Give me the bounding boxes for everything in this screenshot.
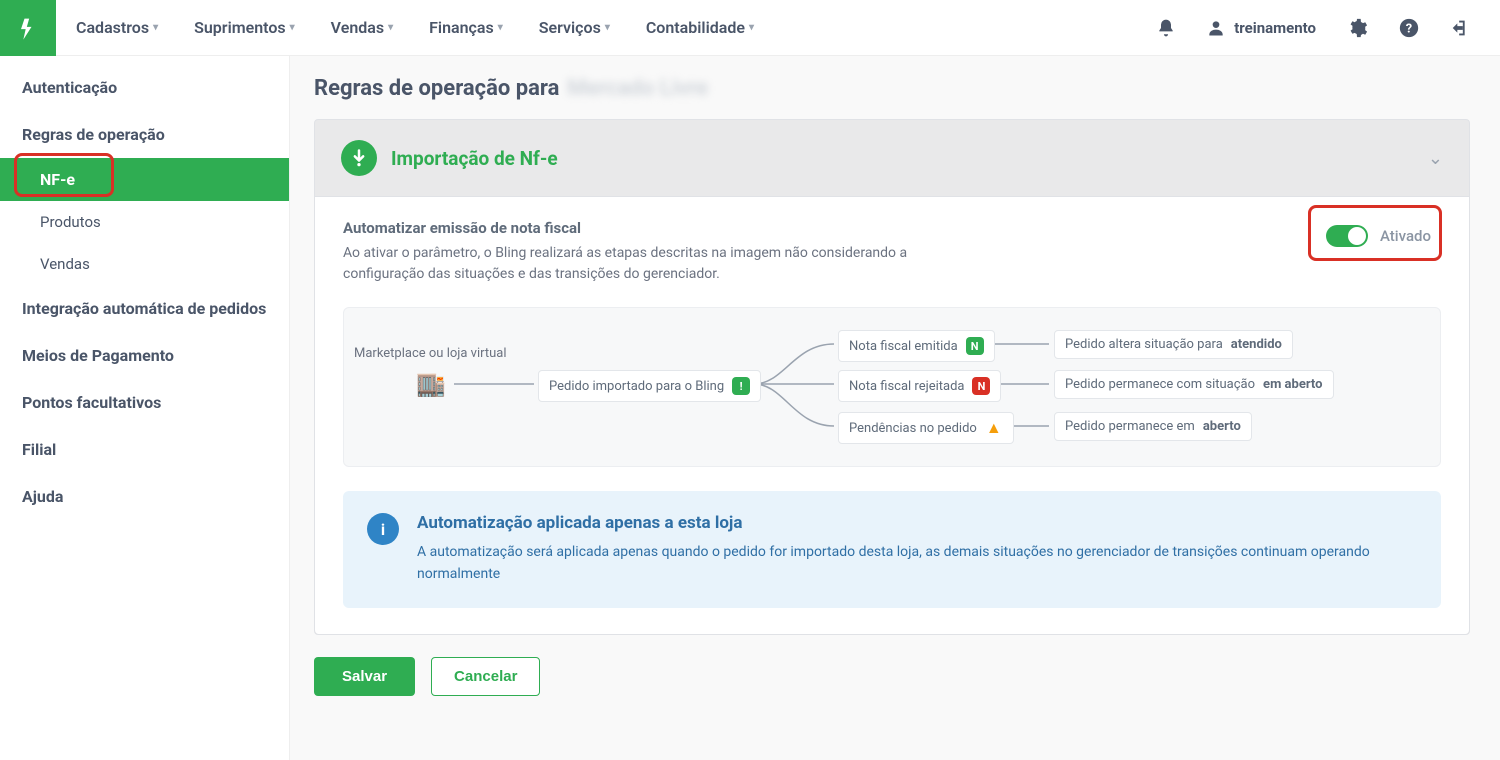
flow-result-text: Pedido permanece com situação [1065,377,1255,392]
arrow-down-circle-icon [341,140,377,176]
flow-result-bold: aberto [1203,419,1241,434]
bell-icon[interactable] [1156,18,1176,38]
gear-icon[interactable] [1346,17,1368,39]
topnav-label: Contabilidade [646,18,745,37]
topnav-vendas[interactable]: Vendas ▾ [331,18,393,37]
flow-branch-label: Nota fiscal rejeitada [849,379,964,394]
info-icon: i [367,513,399,545]
sidebar-item-regras[interactable]: Regras de operação [0,111,289,158]
flow-result-bold: em aberto [1263,377,1322,392]
error-badge-icon: N [972,377,990,395]
topnav-financas[interactable]: Finanças ▾ [429,18,503,37]
sidebar-item-pontos-facultativos[interactable]: Pontos facultativos [0,379,289,426]
flow-source-label: Marketplace ou loja virtual [354,346,507,361]
logout-icon[interactable] [1450,17,1472,39]
info-title: Automatização aplicada apenas a esta loj… [417,513,1417,533]
help-icon[interactable]: ? [1398,17,1420,39]
svg-text:?: ? [1406,21,1412,36]
panel-body: Automatizar emissão de nota fiscal Ao at… [315,196,1469,634]
flow-result-atendido: Pedido altera situação para atendido [1054,330,1293,359]
nfe-import-panel: Importação de Nf-e ⌄ Automatizar emissão… [314,119,1470,635]
topnav-servicos[interactable]: Serviços ▾ [539,18,610,37]
panel-header[interactable]: Importação de Nf-e ⌄ [315,120,1469,196]
main-content: Regras de operação para Mercado Livre Im… [290,56,1500,760]
chevron-down-icon: ▾ [749,22,754,33]
panel-title: Importação de Nf-e [391,147,558,170]
user-icon [1206,18,1226,38]
topbar-right: treinamento ? [1156,17,1500,39]
setting-row: Automatizar emissão de nota fiscal Ao at… [343,219,1441,285]
warning-badge-icon: ▲ [985,419,1003,437]
flow-branch-label: Nota fiscal emitida [849,339,958,354]
chevron-down-icon: ▾ [498,22,503,33]
topnav-label: Serviços [539,18,601,37]
bling-badge-icon: ! [732,377,750,395]
check-badge-icon: N [966,337,984,355]
flow-result-aberto: Pedido permanece em aberto [1054,412,1252,441]
sidebar-item-nfe[interactable]: NF-e [0,158,289,201]
sidebar-item-autenticacao[interactable]: Autenticação [0,64,289,111]
sidebar-item-vendas[interactable]: Vendas [0,243,289,285]
flow-branch-emitida: Nota fiscal emitida N [838,330,995,362]
chevron-down-icon[interactable]: ⌄ [1428,148,1443,169]
topnav-label: Vendas [331,18,384,37]
automate-nfe-toggle[interactable] [1326,225,1368,247]
page-title: Regras de operação para Mercado Livre [314,76,1470,101]
topnav: Cadastros ▾ Suprimentos ▾ Vendas ▾ Finanças… [56,18,1156,37]
page-title-store: Mercado Livre [567,76,708,101]
topbar: Cadastros ▾ Suprimentos ▾ Vendas ▾ Finanças… [0,0,1500,56]
sidebar: Autenticação Regras de operação NF-e Pro… [0,56,290,760]
setting-title: Automatizar emissão de nota fiscal [343,219,1276,237]
chevron-down-icon: ▾ [153,22,158,33]
topnav-contabilidade[interactable]: Contabilidade ▾ [646,18,754,37]
topnav-label: Finanças [429,18,494,37]
chevron-down-icon: ▾ [290,22,295,33]
cancel-button[interactable]: Cancelar [431,657,540,696]
flow-result-bold: atendido [1231,337,1282,352]
chevron-down-icon: ▾ [605,22,610,33]
flow-diagram: Marketplace ou loja virtual 🏬 Pedido imp… [343,307,1441,467]
page-title-prefix: Regras de operação para [314,76,559,101]
flow-result-text: Pedido permanece em [1065,419,1195,434]
info-box: i Automatização aplicada apenas a esta l… [343,491,1441,608]
flow-branch-rejeitada: Nota fiscal rejeitada N [838,370,1001,402]
toggle-wrap: Ativado [1316,219,1441,253]
flow-result-emaberto: Pedido permanece com situação em aberto [1054,370,1334,399]
sidebar-item-integracao[interactable]: Integração automática de pedidos [0,285,289,332]
footer-actions: Salvar Cancelar [314,657,1470,696]
topnav-label: Suprimentos [194,18,286,37]
user-name: treinamento [1234,19,1316,37]
app-logo[interactable] [0,0,56,56]
flow-branch-label: Pendências no pedido [849,421,977,436]
setting-description: Ao ativar o parâmetro, o Bling realizará… [343,243,943,285]
topnav-cadastros[interactable]: Cadastros ▾ [76,18,158,37]
topnav-label: Cadastros [76,18,149,37]
flow-step-import-label: Pedido importado para o Bling [549,379,724,394]
logo-icon [14,14,42,42]
topnav-suprimentos[interactable]: Suprimentos ▾ [194,18,295,37]
flow-result-text: Pedido altera situação para [1065,337,1223,352]
info-text: A automatização será aplicada apenas qua… [417,541,1417,586]
store-icon: 🏬 [416,370,446,398]
flow-branch-pendencias: Pendências no pedido ▲ [838,412,1014,444]
sidebar-item-produtos[interactable]: Produtos [0,201,289,243]
user-menu[interactable]: treinamento [1206,18,1316,38]
toggle-label: Ativado [1380,227,1431,245]
sidebar-item-ajuda[interactable]: Ajuda [0,473,289,520]
sidebar-item-filial[interactable]: Filial [0,426,289,473]
flow-step-import: Pedido importado para o Bling ! [538,370,761,402]
sidebar-item-meios-pagamento[interactable]: Meios de Pagamento [0,332,289,379]
save-button[interactable]: Salvar [314,657,415,696]
chevron-down-icon: ▾ [388,22,393,33]
